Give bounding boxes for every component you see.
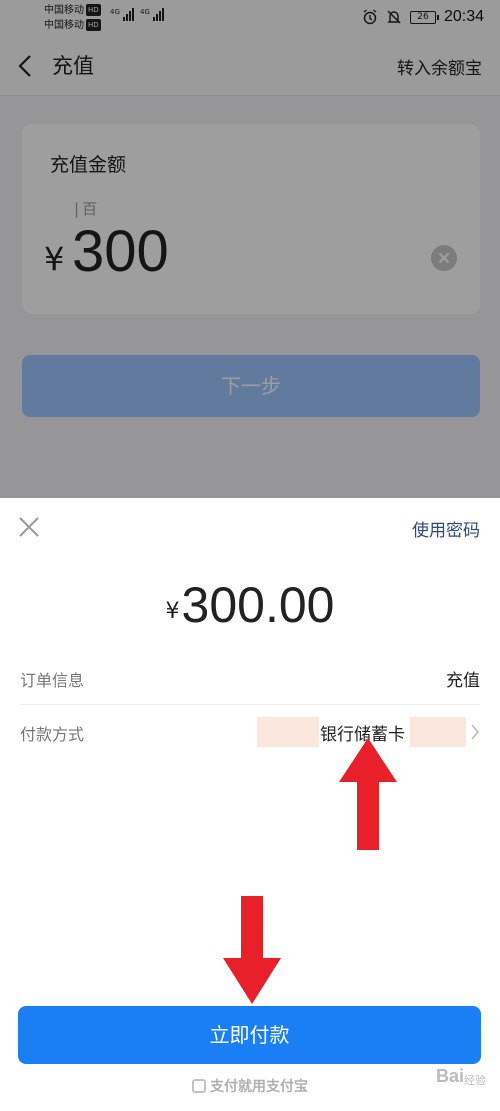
currency-symbol: ¥ — [165, 599, 180, 624]
red-arrow-up-annotation — [339, 738, 397, 850]
payment-method-row[interactable]: 付款方式 银行储蓄卡 — [20, 705, 480, 759]
payment-amount-value: 300.00 — [181, 577, 335, 633]
redaction-block — [257, 717, 319, 747]
alipay-logo-icon — [192, 1079, 206, 1093]
use-password-link[interactable]: 使用密码 — [412, 516, 480, 541]
order-info-label: 订单信息 — [20, 671, 85, 690]
dim-overlay[interactable] — [0, 0, 500, 498]
payment-amount: ¥300.00 — [0, 576, 500, 634]
payment-sheet: 使用密码 ¥300.00 订单信息 充值 付款方式 银行储蓄卡 立即付款 支付就… — [0, 498, 500, 1111]
order-info-value: 充值 — [446, 671, 480, 691]
redaction-block — [410, 717, 466, 747]
order-info-row: 订单信息 充值 — [20, 651, 480, 705]
chevron-right-icon[interactable] — [470, 723, 480, 741]
alipay-brand: 支付就用支付宝 — [0, 1076, 500, 1096]
red-arrow-down-annotation — [223, 896, 281, 1004]
watermark: Bai经验 — [435, 1066, 486, 1087]
pay-now-button[interactable]: 立即付款 — [18, 1006, 481, 1064]
payment-method-label: 付款方式 — [20, 725, 85, 744]
close-icon[interactable] — [18, 516, 40, 538]
